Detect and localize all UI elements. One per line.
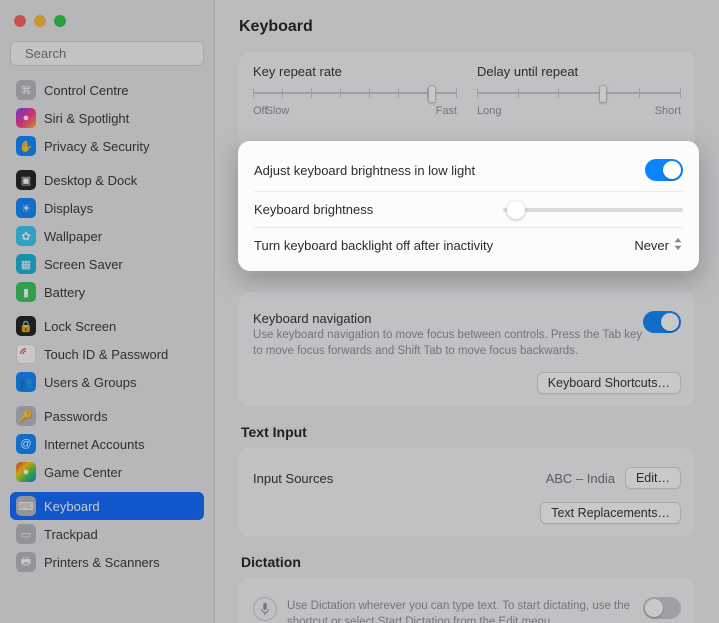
- sidebar-item-privacy[interactable]: ✋ Privacy & Security: [10, 132, 204, 160]
- display-icon: ☀: [16, 198, 36, 218]
- sidebar-item-label: Game Center: [44, 465, 122, 480]
- trackpad-icon: ▭: [16, 524, 36, 544]
- input-sources-label: Input Sources: [253, 471, 333, 486]
- delay-slider[interactable]: [477, 83, 681, 103]
- lock-icon: 🔒: [16, 316, 36, 336]
- sidebar-item-gamecenter[interactable]: ● Game Center: [10, 458, 204, 486]
- edit-sources-button[interactable]: Edit…: [625, 467, 681, 489]
- sidebar-item-displays[interactable]: ☀ Displays: [10, 194, 204, 222]
- sidebar-item-screensaver[interactable]: ▦ Screen Saver: [10, 250, 204, 278]
- sidebar-item-label: Internet Accounts: [44, 437, 144, 452]
- control-centre-icon: ⌘: [16, 80, 36, 100]
- sidebar-item-label: Passwords: [44, 409, 108, 424]
- sidebar-item-label: Printers & Scanners: [44, 555, 160, 570]
- backlight-off-label: Turn keyboard backlight off after inacti…: [254, 238, 493, 253]
- sidebar-item-label: Users & Groups: [44, 375, 136, 390]
- updown-icon: [673, 238, 683, 253]
- text-replacements-button[interactable]: Text Replacements…: [540, 502, 681, 524]
- backlight-off-select[interactable]: Never: [634, 238, 683, 253]
- delay-min-label: Long: [477, 105, 501, 117]
- sidebar-item-control-centre[interactable]: ⌘ Control Centre: [10, 76, 204, 104]
- sidebar-item-touchid[interactable]: Touch ID & Password: [10, 340, 204, 368]
- sidebar-item-label: Screen Saver: [44, 257, 123, 272]
- key-icon: 🔑: [16, 406, 36, 426]
- dock-icon: ▣: [16, 170, 36, 190]
- sidebar-item-label: Trackpad: [44, 527, 98, 542]
- sidebar-item-label: Lock Screen: [44, 319, 116, 334]
- sidebar-item-siri[interactable]: ● Siri & Spotlight: [10, 104, 204, 132]
- sidebar-item-passwords[interactable]: 🔑 Passwords: [10, 402, 204, 430]
- brightness-auto-label: Adjust keyboard brightness in low light: [254, 163, 475, 178]
- sidebar-item-users[interactable]: 👥 Users & Groups: [10, 368, 204, 396]
- dictation-title: Dictation: [241, 554, 695, 570]
- nav-hint: Use keyboard navigation to move focus be…: [253, 328, 643, 359]
- sidebar-item-printers[interactable]: 🖶 Printers & Scanners: [10, 548, 204, 576]
- delay-block: Delay until repeat Long Short: [477, 64, 681, 117]
- at-icon: @: [16, 434, 36, 454]
- shortcuts-button[interactable]: Keyboard Shortcuts…: [537, 372, 681, 394]
- brightness-auto-toggle[interactable]: [645, 159, 683, 181]
- dictation-panel: Use Dictation wherever you can type text…: [239, 578, 695, 623]
- dictation-hint: Use Dictation wherever you can type text…: [287, 599, 633, 623]
- sidebar-item-keyboard[interactable]: ⌨ Keyboard: [10, 492, 204, 520]
- zoom-window-icon[interactable]: [54, 15, 66, 27]
- delay-title: Delay until repeat: [477, 64, 681, 79]
- sidebar-item-label: Displays: [44, 201, 93, 216]
- battery-icon: ▮: [16, 282, 36, 302]
- sidebar-item-trackpad[interactable]: ▭ Trackpad: [10, 520, 204, 548]
- page-title: Keyboard: [239, 18, 695, 36]
- sidebar-item-label: Keyboard: [44, 499, 100, 514]
- delay-max-label: Short: [655, 105, 681, 117]
- fingerprint-icon: [16, 344, 36, 364]
- search-input[interactable]: [25, 46, 201, 61]
- text-input-title: Text Input: [241, 424, 695, 440]
- keyboard-icon: ⌨: [16, 496, 36, 516]
- sidebar-item-label: Battery: [44, 285, 85, 300]
- microphone-icon: [253, 597, 277, 621]
- sidebar-item-label: Siri & Spotlight: [44, 111, 129, 126]
- search-field[interactable]: [10, 41, 204, 66]
- nav-label: Keyboard navigation: [253, 311, 643, 326]
- sidebar-item-lockscreen[interactable]: 🔒 Lock Screen: [10, 312, 204, 340]
- sidebar-item-label: Touch ID & Password: [44, 347, 168, 362]
- gamecenter-icon: ●: [16, 462, 36, 482]
- sidebar: ⌘ Control Centre ● Siri & Spotlight ✋ Priva…: [0, 0, 215, 623]
- dictation-toggle[interactable]: [643, 597, 681, 619]
- brightness-label: Keyboard brightness: [254, 202, 373, 217]
- sidebar-item-desktop[interactable]: ▣ Desktop & Dock: [10, 166, 204, 194]
- highlight-card: Adjust keyboard brightness in low light …: [238, 141, 699, 271]
- key-repeat-title: Key repeat rate: [253, 64, 457, 79]
- input-sources-value: ABC – India: [546, 471, 615, 486]
- sidebar-item-label: Wallpaper: [44, 229, 102, 244]
- sidebar-item-battery[interactable]: ▮ Battery: [10, 278, 204, 306]
- text-input-panel: Input Sources ABC – India Edit… Text Rep…: [239, 448, 695, 536]
- sidebar-item-label: Desktop & Dock: [44, 173, 137, 188]
- sidebar-item-label: Control Centre: [44, 83, 129, 98]
- sidebar-item-label: Privacy & Security: [44, 139, 149, 154]
- nav-toggle[interactable]: [643, 311, 681, 333]
- repeat-slow-label: Slow: [265, 105, 289, 117]
- key-repeat-slider[interactable]: [253, 83, 457, 103]
- brightness-slider[interactable]: [503, 208, 683, 212]
- hand-icon: ✋: [16, 136, 36, 156]
- minimize-window-icon[interactable]: [34, 15, 46, 27]
- main-content: Keyboard Key repeat rate Off Slow Fast: [215, 0, 719, 623]
- sidebar-item-wallpaper[interactable]: ✿ Wallpaper: [10, 222, 204, 250]
- siri-icon: ●: [16, 108, 36, 128]
- sidebar-item-accounts[interactable]: @ Internet Accounts: [10, 430, 204, 458]
- printer-icon: 🖶: [16, 552, 36, 572]
- close-window-icon[interactable]: [14, 15, 26, 27]
- wallpaper-icon: ✿: [16, 226, 36, 246]
- screensaver-icon: ▦: [16, 254, 36, 274]
- repeat-max-label: Fast: [436, 105, 457, 117]
- users-icon: 👥: [16, 372, 36, 392]
- key-repeat-block: Key repeat rate Off Slow Fast: [253, 64, 457, 117]
- nav-panel: Keyboard navigation Use keyboard navigat…: [239, 292, 695, 406]
- window-controls: [10, 8, 204, 41]
